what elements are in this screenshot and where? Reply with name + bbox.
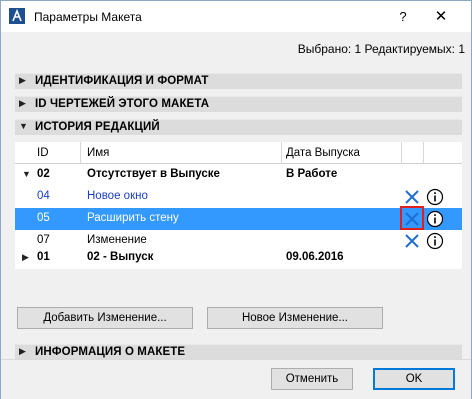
triangle-right-icon[interactable]: ▶: [22, 252, 29, 263]
table-row-change-05[interactable]: 05 Расширить стену: [15, 206, 462, 230]
section-identification-format[interactable]: ▶ ИДЕНТИФИКАЦИЯ И ФОРМАТ: [15, 73, 462, 89]
column-divider: [80, 142, 81, 164]
section-layout-info[interactable]: ▶ ИНФОРМАЦИЯ О МАКЕТЕ: [15, 344, 462, 360]
triangle-down-icon: ▼: [19, 121, 28, 131]
column-divider: [281, 142, 282, 164]
new-change-button[interactable]: Новое Изменение...: [207, 307, 383, 329]
triangle-right-icon: ▶: [19, 346, 26, 356]
cancel-button[interactable]: Отменить: [271, 368, 353, 390]
help-button[interactable]: ?: [393, 7, 413, 27]
table-row-group-in-progress[interactable]: ▼ 02 Отсутствует в Выпуске В Работе: [15, 164, 462, 186]
archicad-icon: [9, 8, 25, 24]
column-divider: [401, 142, 402, 164]
row-name: Отсутствует в Выпуске: [87, 168, 220, 180]
row-name: Расширить стену: [87, 212, 179, 224]
row-date: В Работе: [286, 168, 338, 180]
section-label: ИСТОРИЯ РЕДАКЦИЙ: [35, 121, 160, 133]
selection-status: Выбрано: 1 Редактируемых: 1: [297, 42, 465, 56]
triangle-right-icon: ▶: [19, 75, 26, 85]
row-id: 07: [37, 234, 50, 246]
row-id: 02: [37, 168, 50, 180]
add-change-button[interactable]: Добавить Изменение...: [17, 307, 193, 329]
close-x-icon[interactable]: [403, 188, 421, 206]
column-header-date[interactable]: Дата Выпуска: [286, 147, 360, 159]
triangle-down-icon[interactable]: ▼: [22, 169, 31, 179]
dialog-footer: Отменить OK: [1, 359, 471, 399]
title-bar: Параметры Макета ? ✕: [1, 1, 471, 32]
row-id: 04: [37, 190, 50, 202]
column-header-id[interactable]: ID: [37, 147, 49, 159]
triangle-right-icon: ▶: [19, 98, 26, 108]
column-header-name[interactable]: Имя: [87, 147, 109, 159]
row-name: Новое окно: [87, 190, 148, 202]
row-name: 02 - Выпуск: [87, 251, 154, 263]
table-row-change-04[interactable]: 04 Новое окно: [15, 186, 462, 208]
row-date: 09.06.2016: [286, 251, 344, 263]
section-drawing-ids[interactable]: ▶ ID ЧЕРТЕЖЕЙ ЭТОГО МАКЕТА: [15, 96, 462, 112]
row-id: 01: [37, 251, 50, 263]
section-label: ID ЧЕРТЕЖЕЙ ЭТОГО МАКЕТА: [35, 98, 210, 110]
layout-settings-dialog: Параметры Макета ? ✕ Выбрано: 1 Редактир…: [0, 0, 472, 399]
info-circle-icon[interactable]: [426, 210, 444, 228]
window-title: Параметры Макета: [34, 10, 142, 24]
info-circle-icon[interactable]: [426, 188, 444, 206]
row-name: Изменение: [87, 234, 147, 246]
section-label: ИНФОРМАЦИЯ О МАКЕТЕ: [35, 346, 186, 358]
table-header: ID Имя Дата Выпуска: [15, 142, 462, 164]
column-divider: [423, 142, 424, 164]
section-label: ИДЕНТИФИКАЦИЯ И ФОРМАТ: [35, 75, 209, 87]
ok-button[interactable]: OK: [373, 368, 455, 390]
revision-history-table: ID Имя Дата Выпуска ▼ 02 Отсутствует в В…: [15, 142, 462, 269]
close-button[interactable]: ✕: [431, 7, 451, 27]
close-x-icon[interactable]: [403, 210, 421, 228]
row-id: 05: [37, 212, 50, 224]
section-revision-history[interactable]: ▼ ИСТОРИЯ РЕДАКЦИЙ: [15, 119, 462, 135]
table-row-group-release[interactable]: ▶ 01 02 - Выпуск 09.06.2016: [15, 247, 462, 269]
